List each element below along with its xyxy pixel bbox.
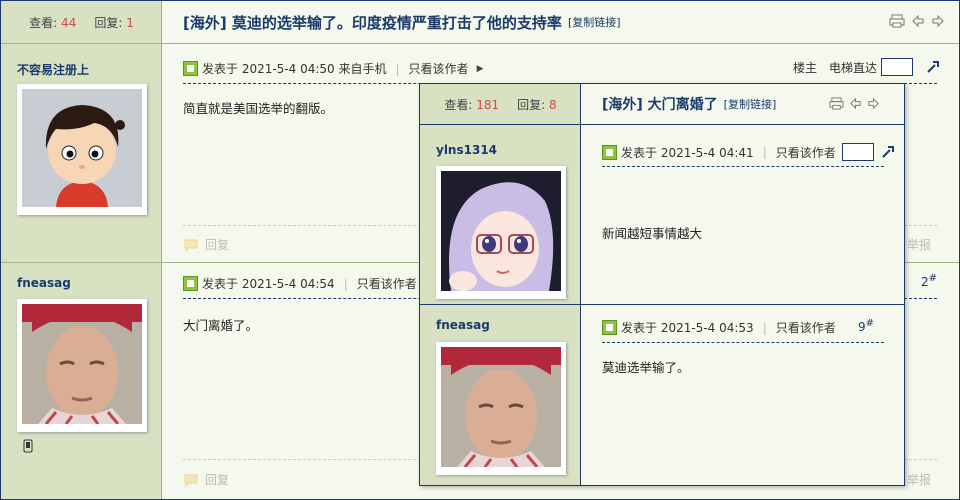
report-button[interactable]: 举报 xyxy=(907,236,931,253)
post-date: 发表于 2021-5-4 04:50 来自手机 xyxy=(202,62,387,76)
popup-thread-title: [海外] 大门离婚了 xyxy=(602,97,718,113)
mobile-icon xyxy=(23,439,33,453)
floor-tools: 楼主 电梯直达 xyxy=(793,58,941,76)
thread-preview-popup: 查看: 181 回复: 8 [海外] 大门离婚了 [复制链接] ylns1314 xyxy=(419,83,905,486)
post-date: 发表于 2021-5-4 04:53 xyxy=(621,321,754,335)
floor-number[interactable]: 9# xyxy=(858,318,874,334)
post-content: 大门离婚了。 xyxy=(183,318,259,333)
go-icon[interactable] xyxy=(925,59,941,75)
replies-count: 1 xyxy=(126,15,134,30)
avatar[interactable] xyxy=(436,166,566,299)
copy-link[interactable]: [复制链接] xyxy=(568,14,621,30)
prev-thread-icon[interactable] xyxy=(849,97,862,110)
replies-label: 回复: xyxy=(94,15,123,30)
next-thread-icon[interactable] xyxy=(867,97,880,110)
print-icon[interactable] xyxy=(829,97,844,110)
post-status-icon xyxy=(602,144,617,160)
next-thread-icon[interactable] xyxy=(931,14,945,28)
reply-icon xyxy=(184,474,198,487)
post-author[interactable]: fneasag xyxy=(436,318,490,332)
post-author[interactable]: fneasag xyxy=(17,276,71,290)
avatar[interactable] xyxy=(436,342,566,475)
post-author[interactable]: ylns1314 xyxy=(436,143,497,157)
caret-right-icon[interactable]: ▶ xyxy=(477,64,484,74)
elevator-input[interactable] xyxy=(841,143,874,161)
post-date: 发表于 2021-5-4 04:54 xyxy=(202,277,335,291)
thread-header: [海外] 莫迪的选举输了。印度疫情严重打击了他的支持率 [复制链接] xyxy=(163,1,959,43)
post-content: 新闻越短事情越大 xyxy=(602,226,703,241)
thread-tools xyxy=(889,14,945,28)
post-content: 莫迪选举输了。 xyxy=(602,360,690,375)
replies-count: 8 xyxy=(549,97,557,112)
post-meta: 发表于 2021-5-4 04:53 | 只看该作者 xyxy=(602,319,836,336)
thread-title: [海外] 莫迪的选举输了。印度疫情严重打击了他的支持率 xyxy=(183,13,562,32)
report-button[interactable]: 举报 xyxy=(907,471,931,488)
avatar[interactable] xyxy=(17,299,147,432)
post-status-icon xyxy=(183,61,198,76)
elevator-label: 电梯直达 xyxy=(828,60,877,75)
only-author-link[interactable]: 只看该作者 xyxy=(776,319,836,336)
post-content: 简直就是美国选举的翻版。 xyxy=(183,101,334,116)
avatar[interactable] xyxy=(17,84,147,215)
only-author-link[interactable]: 只看该作者 xyxy=(776,144,836,161)
views-count: 44 xyxy=(61,15,77,30)
post-status-icon xyxy=(602,320,617,335)
reply-button[interactable]: 回复 xyxy=(183,236,229,253)
reply-button[interactable]: 回复 xyxy=(183,471,229,488)
post-meta: 发表于 2021-5-4 04:50 来自手机 | 只看该作者 ▶ xyxy=(183,60,483,77)
print-icon[interactable] xyxy=(889,14,905,28)
copy-link[interactable]: [复制链接] xyxy=(724,96,777,112)
thread-page: 查看: 44 回复: 1 [海外] 莫迪的选举输了。印度疫情严重打击了他的支持率… xyxy=(0,0,960,500)
post-date: 发表于 2021-5-4 04:41 xyxy=(621,145,754,160)
post-meta: 发表于 2021-5-4 04:41 | 只看该作者 xyxy=(602,143,896,161)
only-author-link[interactable]: 只看该作者 xyxy=(357,275,417,292)
popup-header: [海外] 大门离婚了 [复制链接] xyxy=(582,84,904,124)
prev-thread-icon[interactable] xyxy=(911,14,925,28)
views-label: 查看: xyxy=(29,15,58,30)
thread-stats: 查看: 44 回复: 1 xyxy=(1,1,162,43)
popup-stats: 查看: 181 回复: 8 xyxy=(444,97,557,112)
post-author[interactable]: 不容易注册上 xyxy=(17,61,89,78)
reply-icon xyxy=(184,239,198,252)
only-author-link[interactable]: 只看该作者 xyxy=(409,60,469,77)
post-status-icon xyxy=(183,276,198,291)
go-icon[interactable] xyxy=(880,144,896,160)
views-count: 181 xyxy=(476,97,500,112)
elevator-input[interactable] xyxy=(881,58,913,76)
post-meta: 发表于 2021-5-4 04:54 | 只看该作者 xyxy=(183,275,417,292)
floor-number[interactable]: 2# xyxy=(921,273,937,289)
floor-label: 楼主 xyxy=(792,60,817,75)
